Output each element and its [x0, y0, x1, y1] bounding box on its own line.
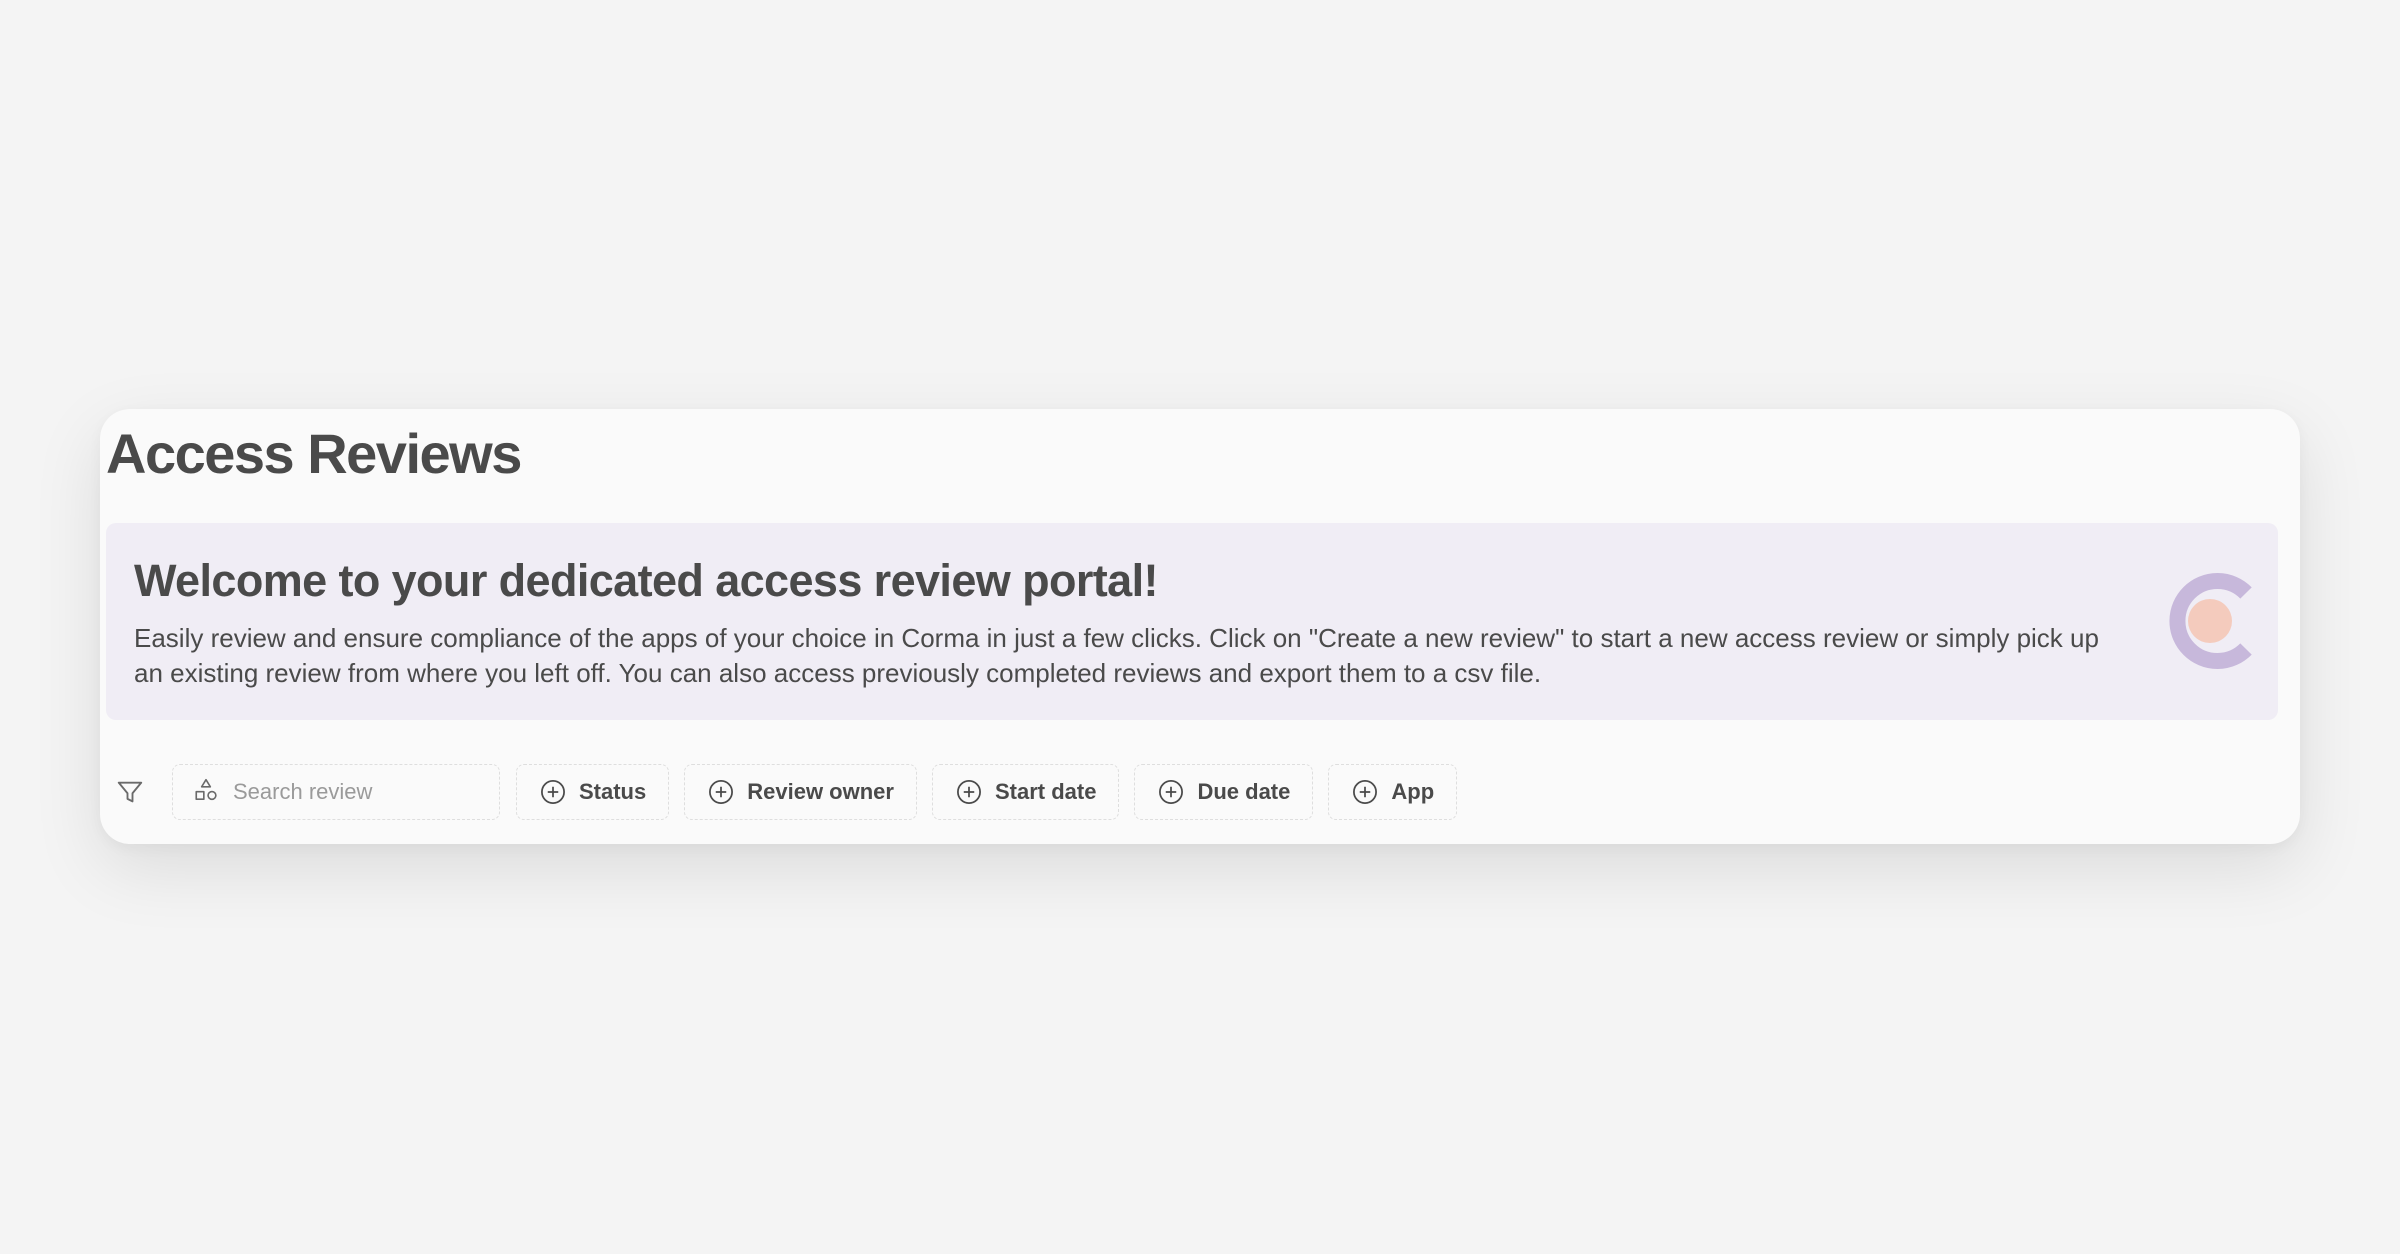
chip-label: Status: [579, 779, 647, 804]
review-owner-filter-button[interactable]: Review owner: [684, 764, 917, 820]
plus-circle-icon: [539, 778, 567, 806]
plus-circle-icon: [707, 778, 735, 806]
due-date-filter-button[interactable]: Due date: [1134, 764, 1314, 820]
chip-label: Due date: [1197, 779, 1291, 804]
corma-logo-icon: [2160, 571, 2256, 671]
plus-circle-icon: [1351, 778, 1379, 806]
search-review-input[interactable]: [233, 779, 473, 805]
search-review-box[interactable]: [172, 764, 500, 820]
app-filter-button[interactable]: App: [1328, 764, 1458, 820]
filter-bar: Status Review owner Start date Due date: [114, 764, 1472, 820]
page-title: Access Reviews: [106, 422, 522, 485]
plus-circle-icon: [955, 778, 983, 806]
welcome-banner: Welcome to your dedicated access review …: [106, 523, 2278, 720]
shapes-icon: [193, 777, 219, 808]
banner-description: Easily review and ensure compliance of t…: [134, 623, 2099, 688]
funnel-icon[interactable]: [114, 776, 146, 808]
status-filter-button[interactable]: Status: [516, 764, 670, 820]
chip-label: Review owner: [747, 779, 894, 804]
chip-label: Start date: [994, 779, 1097, 804]
chip-label: App: [1391, 779, 1435, 804]
banner-title: Welcome to your dedicated access review …: [134, 555, 1158, 606]
plus-circle-icon: [1157, 778, 1185, 806]
start-date-filter-button[interactable]: Start date: [931, 764, 1120, 820]
access-reviews-card: Access Reviews Welcome to your dedicated…: [100, 409, 2300, 844]
